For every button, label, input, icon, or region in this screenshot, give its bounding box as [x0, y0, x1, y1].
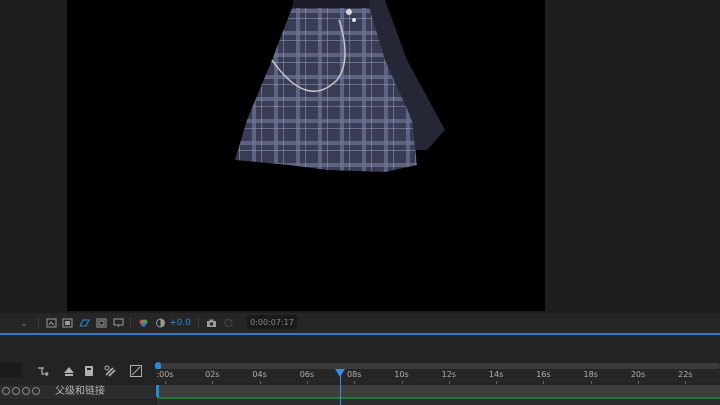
exposure-value[interactable]: +0.0: [169, 317, 191, 329]
toolbar-divider: [130, 317, 131, 329]
skirt-image: [235, 0, 445, 172]
ruler-tick-mark: [401, 381, 403, 384]
ruler-tick-mark: [543, 381, 545, 384]
color-channels-button[interactable]: [137, 317, 149, 329]
ruler-tick-mark: [638, 381, 639, 384]
ruler-tick-mark: [496, 381, 498, 384]
ruler-tick-label: 04s: [252, 370, 267, 379]
layer-track-2[interactable]: [157, 399, 720, 405]
safe-margins-icon: [96, 318, 106, 328]
chevron-down-icon: ⌄: [20, 318, 28, 328]
flowchart-icon: [38, 367, 49, 377]
ruler-tick-mark: [259, 381, 261, 384]
shy-icon: [64, 367, 74, 376]
show-snapshot-button[interactable]: [222, 317, 235, 329]
solo-icon[interactable]: [22, 387, 30, 395]
reset-exposure-button[interactable]: [154, 317, 166, 329]
ruler-tick-label: 14s: [488, 370, 504, 379]
video-eye-icon[interactable]: [2, 387, 10, 395]
mask-icon: [78, 319, 90, 327]
zoom-dropdown[interactable]: ⌄: [0, 317, 30, 329]
ruler-tick-label: 20s: [630, 370, 646, 379]
graph-editor-icon: [130, 365, 142, 377]
ruler-tick-mark: [212, 381, 214, 384]
ruler-tick-label: 10s: [394, 370, 409, 379]
ruler-tick-mark: [354, 381, 356, 384]
channel-button[interactable]: [112, 317, 124, 329]
comp-flowchart-button[interactable]: [36, 363, 50, 377]
viewer-toolbar: ⌄ +0.0: [0, 313, 720, 333]
ruler-tick-label: 08s: [347, 370, 362, 379]
ruler-tick-label: 18s: [583, 370, 598, 379]
ruler-tick-label: 06s: [299, 370, 315, 379]
switch-icons: [2, 387, 40, 395]
camera-icon: [207, 319, 216, 327]
motion-blur-button[interactable]: [103, 363, 117, 377]
layer-in-point[interactable]: [156, 385, 159, 397]
toolbar-divider: [38, 317, 39, 329]
lock-icon[interactable]: [32, 387, 40, 395]
ruler-tick-label: 22s: [678, 370, 693, 379]
shy-layers-button[interactable]: [62, 363, 76, 377]
frame-blending-icon: [85, 366, 93, 376]
toolbar-divider: [198, 317, 199, 329]
composition-frame[interactable]: [67, 0, 545, 311]
layer-row[interactable]: [0, 400, 155, 405]
region-of-interest-button[interactable]: [45, 317, 57, 329]
rgb-channels-icon: [139, 319, 147, 327]
graph-editor-button[interactable]: [129, 363, 143, 377]
layer-track[interactable]: [157, 385, 720, 397]
region-icon: [46, 318, 56, 328]
ruler-tick-mark: [590, 381, 592, 384]
timeline-time-field[interactable]: [0, 363, 22, 377]
ruler-tick-mark: [165, 381, 166, 384]
ruler-tick-mark: [306, 381, 308, 384]
snapshot-button[interactable]: [205, 317, 218, 329]
ruler-tick-label: 02s: [205, 370, 220, 379]
monitor-icon: [113, 318, 123, 327]
ruler-tick-label: :00s: [156, 370, 174, 379]
ruler-tick-label: 16s: [536, 370, 551, 379]
frame-blending-button[interactable]: [82, 363, 96, 377]
mask-visibility-button[interactable]: [78, 317, 90, 329]
parent-link-header[interactable]: 父级和链接: [55, 385, 105, 399]
safe-margins-button[interactable]: [95, 317, 107, 329]
audio-icon[interactable]: [12, 387, 20, 395]
motion-blur-icon: [104, 365, 116, 377]
playhead-line[interactable]: [340, 372, 341, 405]
exposure-icon: [155, 318, 165, 328]
grid-icon: [62, 318, 72, 328]
show-snapshot-icon: [224, 319, 233, 327]
transparency-grid-button[interactable]: [61, 317, 73, 329]
ruler-tick-mark: [685, 381, 687, 384]
layer-column-header: 父级和链接: [0, 385, 155, 399]
current-time-display[interactable]: 0:00:07:17: [247, 315, 297, 329]
ruler-tick-label: 12s: [441, 370, 456, 379]
ruler-tick-mark: [448, 381, 450, 384]
